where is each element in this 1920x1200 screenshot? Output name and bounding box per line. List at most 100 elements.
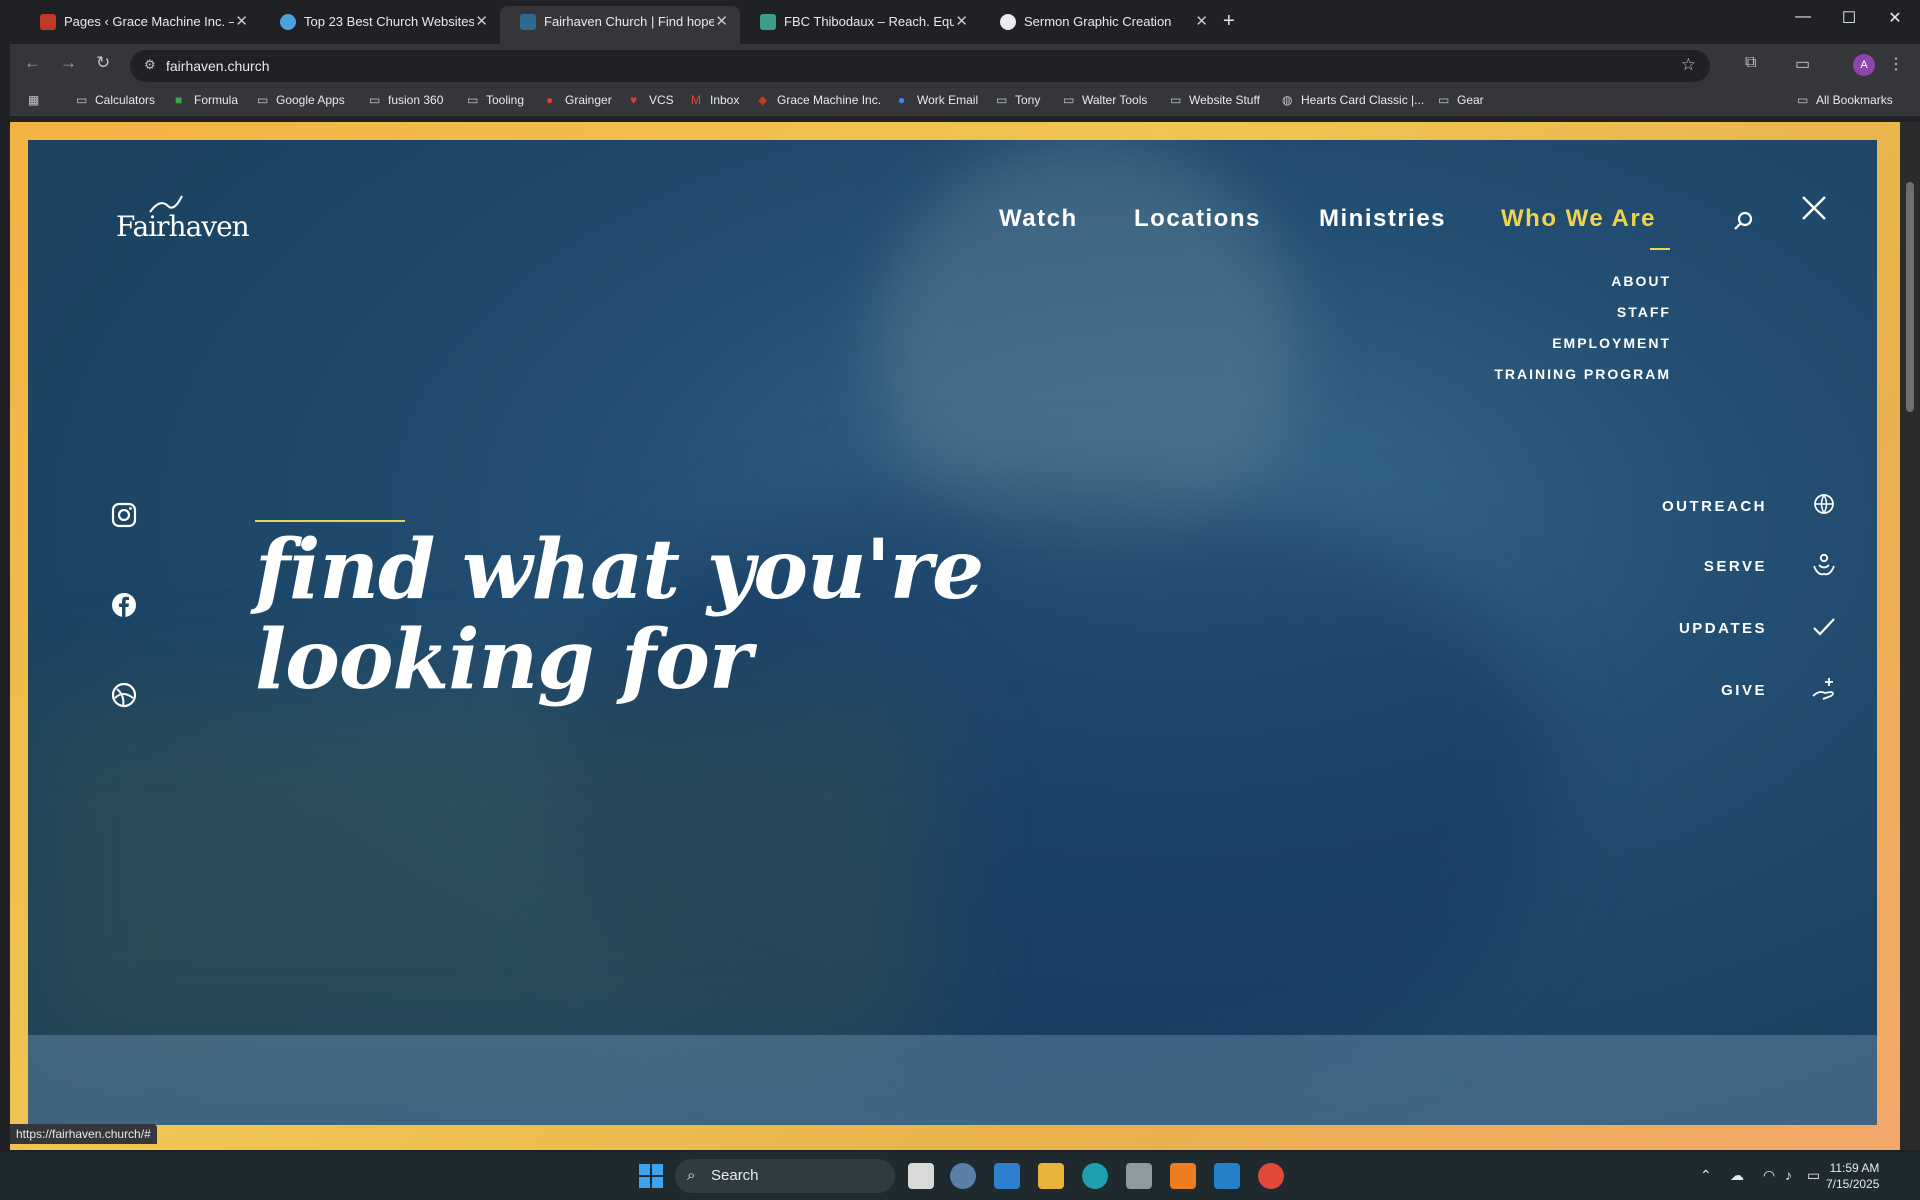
submenu-staff[interactable]: STAFF xyxy=(1617,304,1671,320)
close-tab-icon[interactable]: ✕ xyxy=(475,6,488,38)
globe-icon: ◍ xyxy=(1282,93,1293,107)
instagram-icon[interactable] xyxy=(111,502,137,528)
globe-hands-icon[interactable] xyxy=(1811,492,1837,518)
hero-headline: find what you're looking for xyxy=(255,525,1255,705)
file-explorer-icon[interactable] xyxy=(1038,1163,1064,1189)
close-window-button[interactable]: ✕ xyxy=(1872,8,1918,28)
tab-grace-machine[interactable]: Pages ‹ Grace Machine Inc. — W ✕ xyxy=(20,6,260,44)
windows-taskbar: ⌕ Search ⌃ ☁ ◠ ♪ ▭ 11:59 AM 7/15/2025 xyxy=(0,1152,1920,1200)
bookmark-google-apps[interactable]: ▭ Google Apps xyxy=(257,93,345,107)
volume-icon[interactable]: ♪ xyxy=(1785,1167,1792,1183)
folder-icon: ▭ xyxy=(1063,93,1075,107)
taskbar-search-box[interactable]: ⌕ Search xyxy=(675,1159,895,1193)
menu-icon[interactable]: ⋮ xyxy=(1888,54,1904,74)
tab-top-23-church-websites[interactable]: Top 23 Best Church Websites of ✕ xyxy=(260,6,500,44)
bookmark-walter-tools[interactable]: ▭ Walter Tools xyxy=(1063,93,1147,107)
bookmark-fusion-360[interactable]: ▭ fusion 360 xyxy=(369,93,443,107)
tab-title: Fairhaven Church | Find hope. xyxy=(544,14,714,29)
tab-search-icon[interactable]: ▭ xyxy=(1795,54,1810,74)
vscode-icon[interactable] xyxy=(1214,1163,1240,1189)
maximize-button[interactable]: ☐ xyxy=(1826,8,1872,28)
apps-grid-icon[interactable]: ▦ xyxy=(28,93,47,107)
battery-icon[interactable]: ▭ xyxy=(1807,1167,1820,1184)
chrome-icon[interactable] xyxy=(1258,1163,1284,1189)
bookmark-vcs[interactable]: ♥ VCS xyxy=(630,93,674,107)
site-info-icon[interactable]: ⚙ xyxy=(144,57,156,73)
tab-fbc-thibodaux[interactable]: FBC Thibodaux – Reach. Equip. ✕ xyxy=(740,6,980,44)
bookmark-grainger[interactable]: ● Grainger xyxy=(546,93,612,107)
close-tab-icon[interactable]: ✕ xyxy=(955,6,968,38)
edge-icon[interactable] xyxy=(1082,1163,1108,1189)
onedrive-icon[interactable]: ☁ xyxy=(1730,1167,1744,1184)
back-button[interactable]: ← xyxy=(24,53,41,73)
dribbble-icon[interactable] xyxy=(111,682,137,708)
tab-title: Sermon Graphic Creation xyxy=(1024,14,1172,29)
wifi-icon[interactable]: ◠ xyxy=(1763,1167,1775,1184)
bookmark-inbox[interactable]: M Inbox xyxy=(691,93,739,107)
close-tab-icon[interactable]: ✕ xyxy=(1195,6,1208,38)
scrollbar-thumb[interactable] xyxy=(1906,182,1914,412)
quick-link-outreach[interactable]: OUTREACH xyxy=(1662,498,1767,515)
tab-title: FBC Thibodaux – Reach. Equip. xyxy=(784,14,954,29)
tab-title: Pages ‹ Grace Machine Inc. — W xyxy=(64,14,234,29)
headline-line-1: find what you're xyxy=(255,522,984,618)
bookmarks-bar: ▦ ▭ Calculators ■ Formula ▭ Google Apps ▭ fu… xyxy=(10,86,1920,116)
folder-icon: ▭ xyxy=(1170,93,1182,107)
new-tab-button[interactable]: + xyxy=(1223,10,1235,33)
taskbar-clock[interactable]: 11:59 AM 7/15/2025 xyxy=(1826,1160,1879,1192)
bookmark-tony[interactable]: ▭ Tony xyxy=(996,93,1040,107)
profile-avatar[interactable]: A xyxy=(1853,54,1875,76)
tab-fairhaven-church[interactable]: Fairhaven Church | Find hope. ✕ xyxy=(500,6,740,44)
url-text[interactable]: fairhaven.church xyxy=(166,58,270,74)
photos-icon[interactable] xyxy=(994,1163,1020,1189)
address-bar[interactable]: ⚙ fairhaven.church ☆ xyxy=(130,50,1710,82)
browser-window: Pages ‹ Grace Machine Inc. — W ✕ Top 23 … xyxy=(0,0,1920,1200)
bookmark-work-email[interactable]: ● Work Email xyxy=(898,93,978,107)
minimize-button[interactable]: — xyxy=(1780,8,1826,26)
submenu-employment[interactable]: EMPLOYMENT xyxy=(1552,335,1671,351)
tab-sermon-graphic-creation[interactable]: Sermon Graphic Creation ✕ xyxy=(980,6,1220,44)
fairhaven-logo[interactable]: Fairhaven xyxy=(116,195,250,243)
task-view-icon[interactable] xyxy=(908,1163,934,1189)
bookmark-calculators[interactable]: ▭ Calculators xyxy=(76,93,155,107)
windows-start-icon[interactable] xyxy=(638,1163,664,1189)
forward-button[interactable]: → xyxy=(60,53,77,73)
folder-icon: ▭ xyxy=(76,93,88,107)
reload-button[interactable]: ↻ xyxy=(96,53,110,73)
browser-toolbar: ← → ↻ ⚙ fairhaven.church ☆ ⧉ ▭ A ⋮ xyxy=(10,44,1920,86)
close-tab-icon[interactable]: ✕ xyxy=(235,6,248,38)
bookmark-hearts-card-classic[interactable]: ◍ Hearts Card Classic |... xyxy=(1282,93,1424,107)
search-icon[interactable] xyxy=(1733,210,1755,232)
hero-background-floor xyxy=(28,1035,1877,1125)
helping-hands-icon[interactable] xyxy=(1811,552,1837,578)
settings-icon[interactable] xyxy=(950,1163,976,1189)
tray-chevron-icon[interactable]: ⌃ xyxy=(1700,1167,1712,1184)
close-tab-icon[interactable]: ✕ xyxy=(715,6,728,38)
fusion-icon[interactable] xyxy=(1170,1163,1196,1189)
nav-watch[interactable]: Watch xyxy=(999,205,1078,233)
submenu-about[interactable]: ABOUT xyxy=(1611,273,1671,289)
all-bookmarks[interactable]: ▭ All Bookmarks xyxy=(1797,93,1893,107)
quick-link-serve[interactable]: SERVE xyxy=(1704,558,1767,575)
folder-icon: ▭ xyxy=(467,93,479,107)
facebook-icon[interactable] xyxy=(111,592,137,618)
bookmark-tooling[interactable]: ▭ Tooling xyxy=(467,93,524,107)
nav-who-we-are[interactable]: Who We Are xyxy=(1501,205,1656,233)
page-scrollbar[interactable] xyxy=(1900,122,1920,1150)
grace-machine-favicon xyxy=(40,14,56,30)
quick-link-give[interactable]: GIVE xyxy=(1721,682,1767,699)
bookmark-gear[interactable]: ▭ Gear xyxy=(1438,93,1484,107)
quick-link-updates[interactable]: UPDATES xyxy=(1679,620,1767,637)
app-icon[interactable] xyxy=(1126,1163,1152,1189)
checkmark-icon[interactable] xyxy=(1811,614,1837,640)
submenu-training-program[interactable]: TRAINING PROGRAM xyxy=(1494,366,1671,382)
close-menu-icon[interactable] xyxy=(1801,195,1827,221)
nav-ministries[interactable]: Ministries xyxy=(1319,205,1446,233)
bookmark-formula[interactable]: ■ Formula xyxy=(175,93,238,107)
bookmark-website-stuff[interactable]: ▭ Website Stuff xyxy=(1170,93,1260,107)
giving-hand-icon[interactable] xyxy=(1811,676,1837,702)
bookmark-star-icon[interactable]: ☆ xyxy=(1681,55,1696,75)
extensions-icon[interactable]: ⧉ xyxy=(1745,54,1756,72)
nav-locations[interactable]: Locations xyxy=(1134,205,1261,233)
bookmark-grace-machine[interactable]: ◆ Grace Machine Inc. xyxy=(758,93,881,107)
